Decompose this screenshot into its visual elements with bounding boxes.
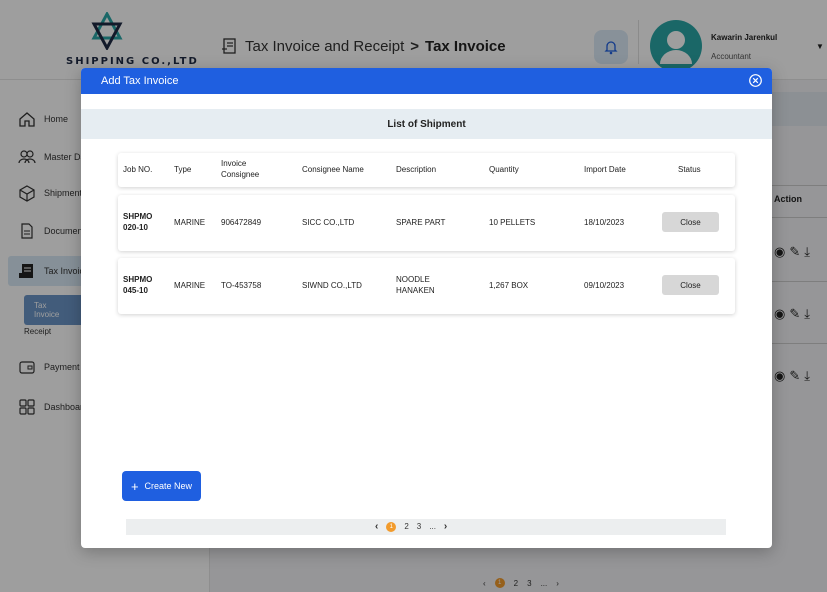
cell-import-date: 18/10/2023 <box>584 217 625 227</box>
table-row[interactable]: SHPMO 045-10 MARINE TO-453758 SIWND CO.,… <box>118 258 735 314</box>
pagination: ‹ 1 2 3 ... › <box>375 521 447 532</box>
cell-invoice-consignee: 906472849 <box>221 217 262 227</box>
page-2[interactable]: 2 <box>404 522 408 531</box>
prev-page-icon[interactable]: ‹ <box>375 521 378 532</box>
cell-description: NOODLE HANAKEN <box>396 275 435 295</box>
cell-type: MARINE <box>174 280 206 290</box>
col-type: Type <box>174 164 192 174</box>
close-icon[interactable] <box>748 73 763 88</box>
page-1[interactable]: 1 <box>386 521 397 532</box>
pagination-bar: ‹ 1 2 3 ... › <box>126 519 726 535</box>
cell-import-date: 09/10/2023 <box>584 280 625 290</box>
table-row[interactable]: SHPMO 020-10 MARINE 906472849 SICC CO.,L… <box>118 195 735 251</box>
col-import-date: Import Date <box>584 164 626 174</box>
cell-quantity: 1,267 BOX <box>489 280 529 290</box>
create-new-button[interactable]: + Create New <box>122 471 201 501</box>
status-button[interactable]: Close <box>662 212 719 232</box>
table-header: Job NO. Type Invoice Consignee Consignee… <box>118 153 735 187</box>
col-job-no: Job NO. <box>123 164 153 174</box>
col-consignee-name: Consignee Name <box>302 164 364 174</box>
list-title: List of Shipment <box>81 109 772 139</box>
cell-type: MARINE <box>174 217 206 227</box>
col-invoice-consignee: Invoice Consignee <box>221 159 260 179</box>
cell-description: SPARE PART <box>396 217 446 227</box>
cell-quantity: 10 PELLETS <box>489 217 536 227</box>
cell-job-no: SHPMO 020-10 <box>123 212 153 232</box>
cell-job-no: SHPMO 045-10 <box>123 275 153 295</box>
add-tax-invoice-modal: Add Tax Invoice List of Shipment Job NO.… <box>81 68 772 548</box>
cell-consignee-name: SIWND CO.,LTD <box>302 280 362 290</box>
page-ellipsis: ... <box>429 522 436 531</box>
col-quantity: Quantity <box>489 164 519 174</box>
cell-invoice-consignee: TO-453758 <box>221 280 262 290</box>
modal-header: Add Tax Invoice <box>81 68 772 94</box>
status-button[interactable]: Close <box>662 275 719 295</box>
page-3[interactable]: 3 <box>417 522 421 531</box>
cell-consignee-name: SICC CO.,LTD <box>302 217 355 227</box>
next-page-icon[interactable]: › <box>444 521 447 532</box>
col-description: Description <box>396 164 437 174</box>
plus-icon: + <box>130 478 139 494</box>
create-new-label: Create New <box>144 481 193 491</box>
col-status: Status <box>678 164 701 174</box>
modal-title: Add Tax Invoice <box>101 75 179 87</box>
